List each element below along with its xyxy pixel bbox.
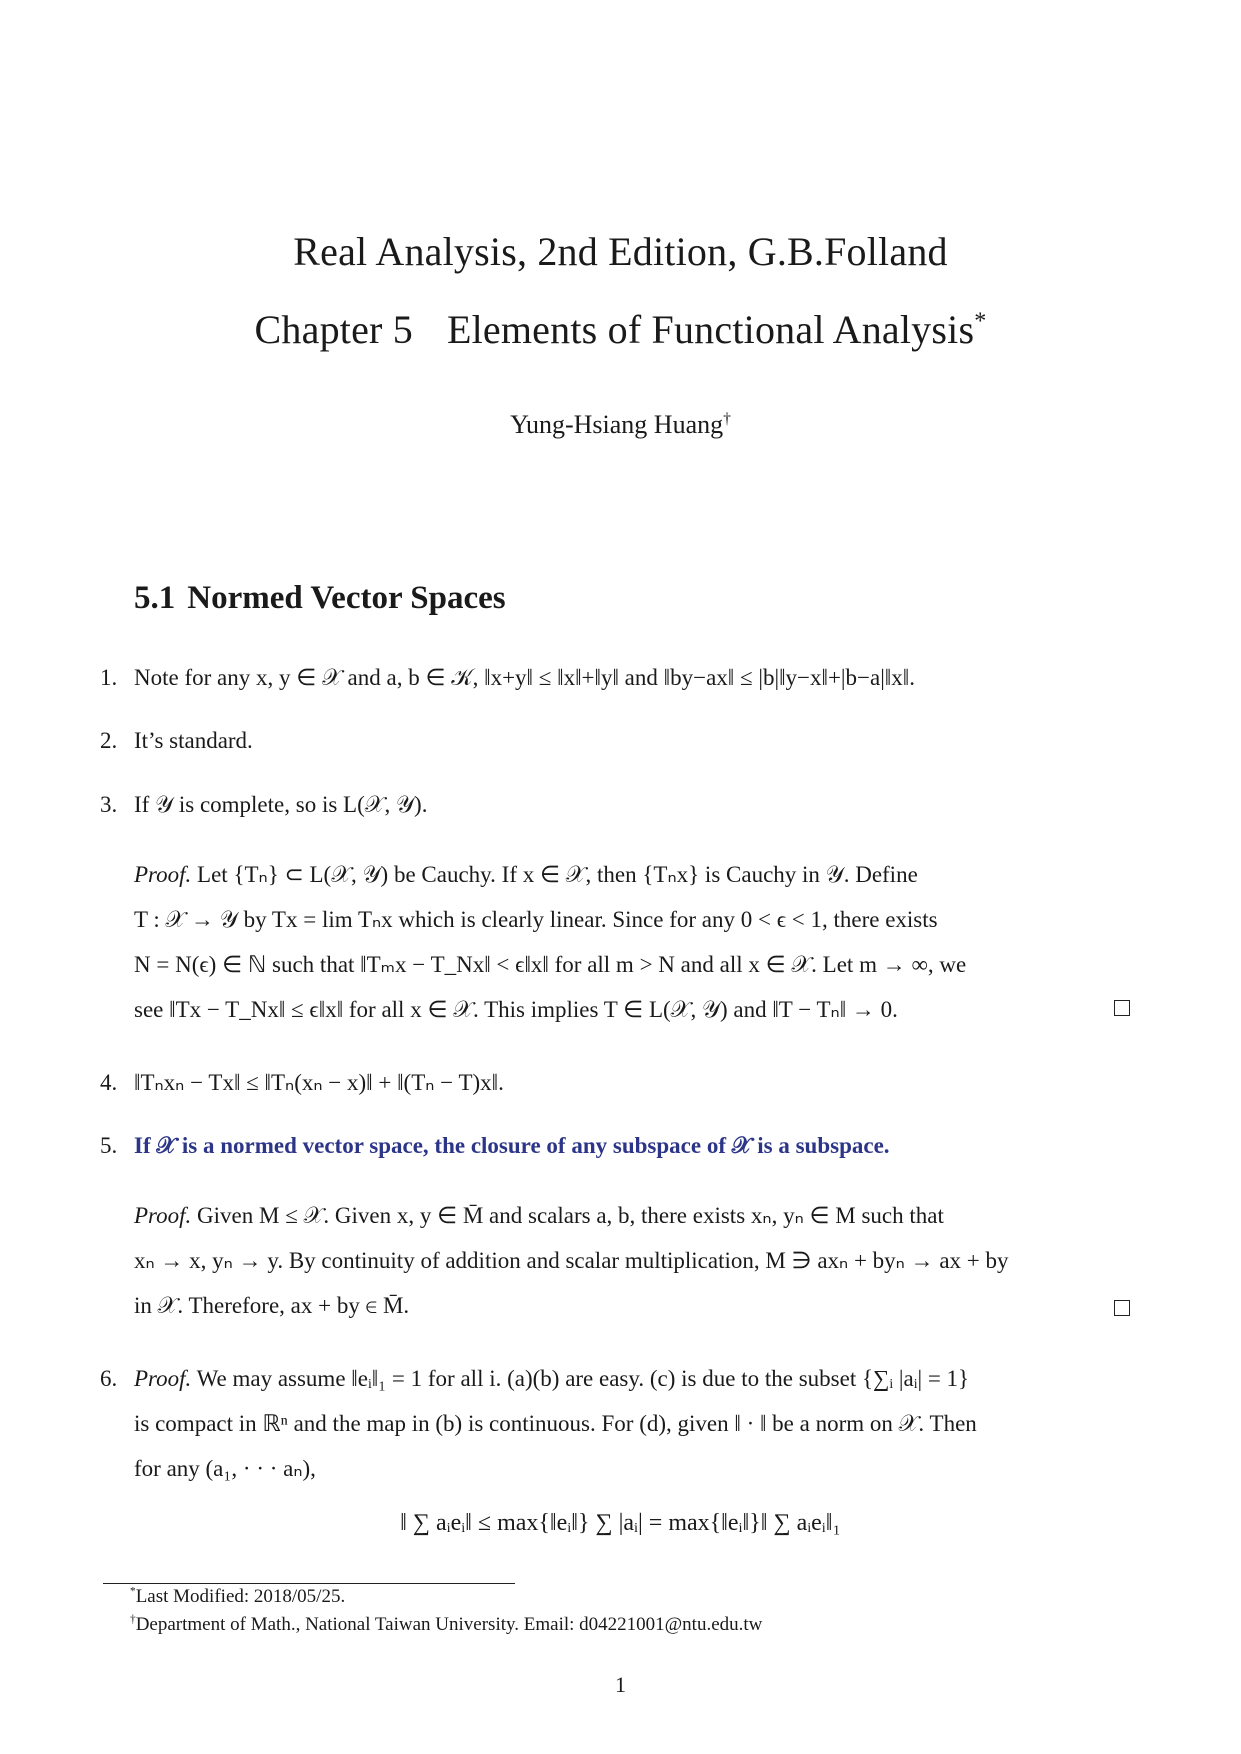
list-item-highlighted: 5. If 𝒳 is a normed vector space, the clo…: [100, 1123, 1140, 1168]
chapter-name: Elements of Functional Analysis: [446, 307, 975, 352]
item-number: 1.: [100, 665, 118, 690]
list-item: 3. If 𝒴 is complete, so is L(𝒳, 𝒴).: [100, 782, 1140, 827]
item-text: If 𝒴 is complete, so is L(𝒳, 𝒴).: [134, 792, 428, 817]
item-number: 4.: [100, 1070, 118, 1095]
section-title: Normed Vector Spaces: [187, 580, 506, 616]
proof-label: Proof.: [134, 862, 192, 887]
footnote: †Department of Math., National Taiwan Un…: [130, 1614, 762, 1636]
proof-line: Proof. Given M ≤ 𝒳. Given x, y ∈ M̄ and …: [134, 1203, 944, 1228]
proof-line: Proof. Let {Tₙ} ⊂ L(𝒳, 𝒴) be Cauchy. If …: [134, 862, 918, 887]
proof-label: Proof.: [134, 1203, 192, 1228]
footnote-rule: [103, 1583, 515, 1584]
item-number: 5.: [100, 1133, 118, 1158]
proof-block: Proof. Given M ≤ 𝒳. Given x, y ∈ M̄ and …: [134, 1193, 1138, 1328]
footnote: *Last Modified: 2018/05/25.: [130, 1586, 345, 1608]
item-text: for any (a₁, · · · aₙ),: [134, 1456, 316, 1481]
list-item: 1. Note for any x, y ∈ 𝒳 and a, b ∈ 𝒦, ‖x…: [100, 655, 1140, 700]
item-text: Note for any x, y ∈ 𝒳 and a, b ∈ 𝒦, ‖x+y…: [134, 665, 915, 690]
display-equation: ‖ ∑ aᵢeᵢ‖ ≤ max{‖eᵢ‖} ∑ |aᵢ| = max{‖eᵢ‖}…: [400, 1510, 841, 1536]
footnote-text: Last Modified: 2018/05/25.: [135, 1586, 346, 1607]
proof-line: see ‖Tx − T_Nx‖ ≤ ϵ‖x‖ for all x ∈ 𝒳. Th…: [134, 997, 898, 1022]
author: Yung-Hsiang Huang†: [0, 410, 1241, 440]
item-number: 6.: [100, 1366, 118, 1391]
proof-line: N = N(ϵ) ∈ ℕ such that ‖Tₘx − T_Nx‖ < ϵ‖…: [134, 952, 967, 977]
item-number: 2.: [100, 728, 118, 753]
list-item: 2. It’s standard.: [100, 718, 1140, 763]
qed-icon: [1114, 1000, 1130, 1016]
section-heading: 5.1 Normed Vector Spaces: [134, 580, 506, 617]
item-text: It’s standard.: [134, 728, 253, 753]
chapter-number: Chapter 5: [254, 307, 413, 352]
proof-line: xₙ → x, yₙ → y. By continuity of additio…: [134, 1248, 1009, 1273]
list-item: 4. ‖Tₙxₙ − Tx‖ ≤ ‖Tₙ(xₙ − x)‖ + ‖(Tₙ − T)…: [100, 1060, 1140, 1105]
proof-block: Proof. Let {Tₙ} ⊂ L(𝒳, 𝒴) be Cauchy. If …: [134, 852, 1138, 1032]
page-number: 1: [615, 1672, 626, 1697]
footnote-text: Department of Math., National Taiwan Uni…: [135, 1614, 763, 1635]
proof-line: T : 𝒳 → 𝒴 by Tx = lim Tₙx which is clear…: [134, 907, 938, 932]
list-item: 6. Proof. We may assume ‖eᵢ‖₁ = 1 for all…: [100, 1356, 1140, 1491]
item-text: We may assume ‖eᵢ‖₁ = 1 for all i. (a)(b…: [196, 1366, 970, 1391]
proof-label: Proof.: [134, 1366, 192, 1391]
item-text: is compact in ℝⁿ and the map in (b) is c…: [134, 1411, 977, 1436]
author-footnote-mark[interactable]: †: [723, 410, 731, 427]
author-name: Yung-Hsiang Huang: [510, 410, 724, 439]
item-text: If 𝒳 is a normed vector space, the closu…: [134, 1133, 890, 1158]
qed-icon: [1114, 1300, 1130, 1316]
document-title: Real Analysis, 2nd Edition, G.B.Folland: [0, 228, 1241, 275]
section-number: 5.1: [134, 580, 176, 616]
title-line-1: Real Analysis, 2nd Edition, G.B.Folland: [293, 229, 948, 274]
item-number: 3.: [100, 792, 118, 817]
title-footnote-mark[interactable]: *: [974, 309, 986, 335]
chapter-title: Chapter 5 Elements of Functional Analysis…: [0, 306, 1241, 353]
proof-line: in 𝒳. Therefore, ax + by ∈ M̄.: [134, 1293, 410, 1318]
item-text: ‖Tₙxₙ − Tx‖ ≤ ‖Tₙ(xₙ − x)‖ + ‖(Tₙ − T)x‖…: [134, 1070, 504, 1095]
